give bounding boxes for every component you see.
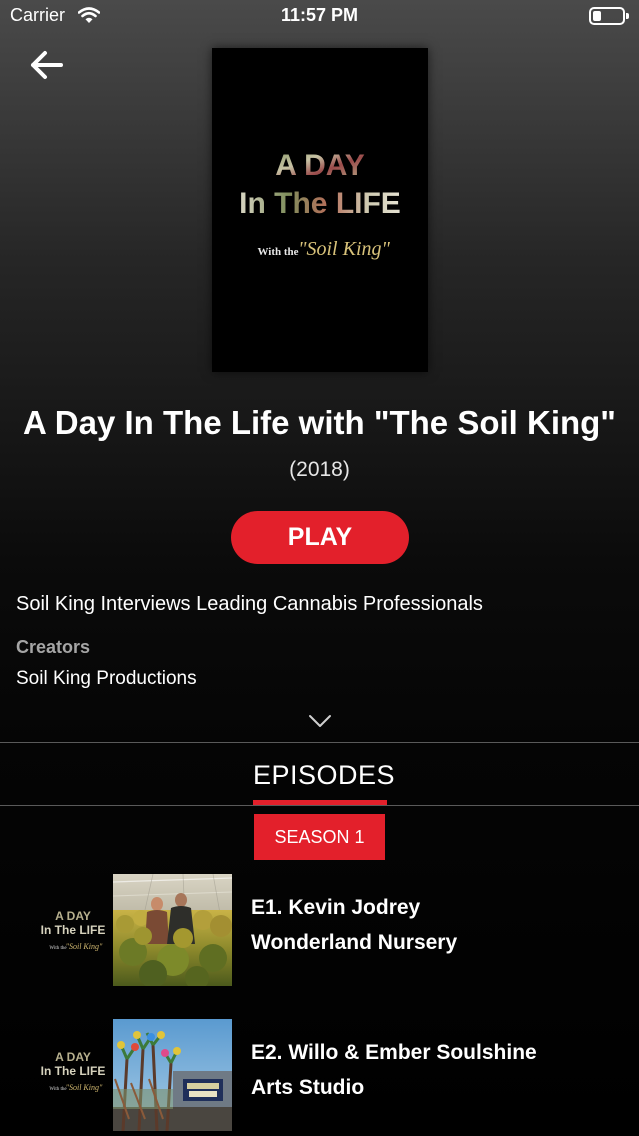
episode-logo-line1: A DAY — [55, 909, 91, 923]
chevron-down-icon — [309, 715, 331, 727]
tab-episodes-label: EPISODES — [253, 760, 396, 790]
poster-soil-king: "Soil King" — [298, 238, 390, 260]
show-year: (2018) — [289, 458, 350, 481]
episode-logo-soil-king: "Soil King" — [66, 1083, 103, 1092]
show-detail-screen: Carrier 11:57 PM A DAY In The LIFE With … — [0, 0, 639, 1136]
episode-thumbnail — [113, 1019, 232, 1131]
arrow-left-icon — [31, 51, 63, 79]
episode-title: E1. Kevin Jodrey — [251, 896, 421, 919]
show-poster: A DAY In The LIFE With the "Soil King" — [212, 48, 428, 372]
poster-line1: A DAY — [275, 149, 364, 182]
tab-episodes[interactable]: EPISODES — [253, 757, 396, 805]
episode-logo: A DAY In The LIFE With the "Soil King" — [41, 1050, 106, 1092]
episode-logo: A DAY In The LIFE With the "Soil King" — [41, 909, 106, 951]
episode-subtitle: Wonderland Nursery — [251, 931, 458, 954]
episode-logo-soil-king: "Soil King" — [66, 942, 103, 951]
creators-value: Soil King Productions — [16, 668, 197, 689]
divider-top — [0, 742, 639, 743]
status-bar: Carrier 11:57 PM — [0, 0, 639, 36]
episode-subtitle: Arts Studio — [251, 1076, 365, 1099]
season-selector-button[interactable]: SEASON 1 — [254, 814, 385, 860]
episode-logo-line1: A DAY — [55, 1050, 91, 1064]
show-title: A Day In The Life with "The Soil King" — [23, 404, 616, 441]
divider-tabs — [0, 805, 639, 806]
episode-thumbnail — [113, 874, 232, 986]
status-time: 11:57 PM — [280, 5, 359, 25]
poster-with: With the — [257, 246, 298, 258]
back-button[interactable] — [26, 48, 66, 82]
episode-item[interactable]: A DAY In The LIFE With the "Soil King" E… — [0, 1019, 639, 1133]
poster-line2: In The LIFE — [239, 187, 401, 220]
episode-logo-line2: In The LIFE — [41, 923, 106, 937]
episode-logo-line2: In The LIFE — [41, 1064, 106, 1078]
episode-item[interactable]: A DAY In The LIFE With the "Soil King" E… — [0, 874, 639, 988]
expand-details-button[interactable] — [307, 712, 333, 730]
play-button[interactable]: PLAY — [231, 511, 409, 564]
battery-icon — [589, 7, 629, 25]
show-description: Soil King Interviews Leading Cannabis Pr… — [16, 593, 483, 615]
creators-label: Creators — [16, 637, 91, 657]
episode-title: E2. Willo & Ember Soulshine — [251, 1041, 537, 1064]
poster-title-art: A DAY In The LIFE With the "Soil King" — [239, 149, 401, 260]
